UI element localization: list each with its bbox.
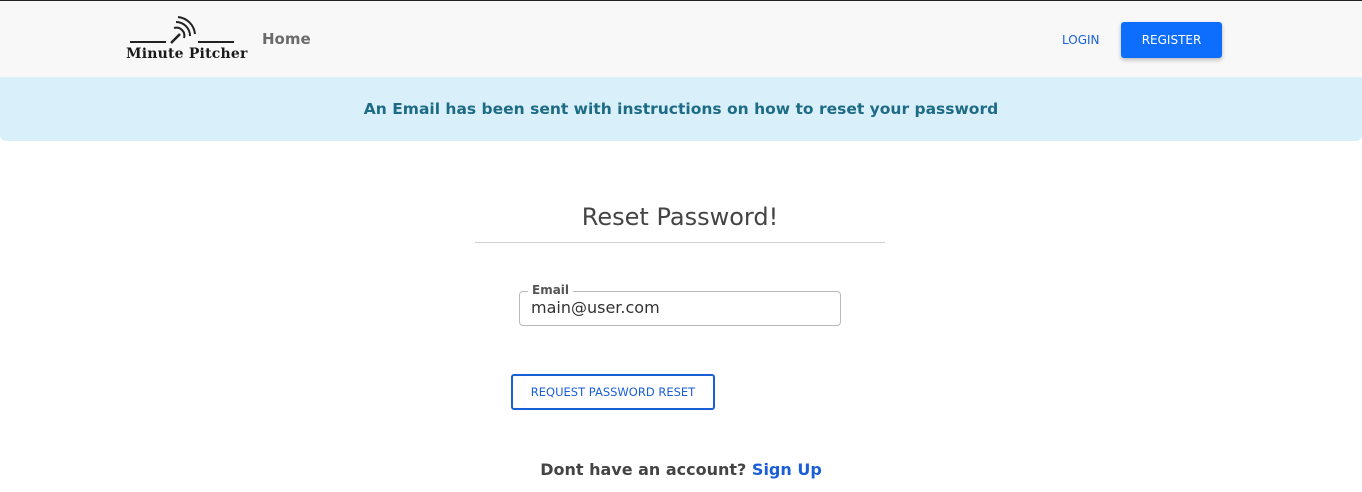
page-title: Reset Password!: [581, 203, 779, 231]
email-input[interactable]: [531, 298, 831, 317]
alert-message: An Email has been sent with instructions…: [363, 100, 999, 118]
brand-name: Minute Pitcher: [126, 46, 248, 62]
title-divider: [475, 242, 885, 243]
nav-login-link[interactable]: LOGIN: [1062, 33, 1100, 47]
signup-prompt: Dont have an account? Sign Up: [0, 460, 1362, 479]
signup-prompt-text: Dont have an account?: [540, 460, 747, 479]
email-label: Email: [528, 283, 574, 297]
request-password-reset-button[interactable]: REQUEST PASSWORD RESET: [511, 374, 715, 410]
top-navbar: Minute Pitcher Home LOGIN REGISTER: [0, 0, 1362, 77]
register-button[interactable]: REGISTER: [1121, 22, 1222, 58]
email-field: Email: [519, 283, 841, 326]
brand-logo[interactable]: Minute Pitcher: [124, 15, 247, 67]
nav-home-link[interactable]: Home: [262, 30, 311, 48]
info-alert: An Email has been sent with instructions…: [0, 77, 1362, 141]
signup-link[interactable]: Sign Up: [752, 460, 822, 479]
pitch-signal-icon: [130, 16, 234, 44]
